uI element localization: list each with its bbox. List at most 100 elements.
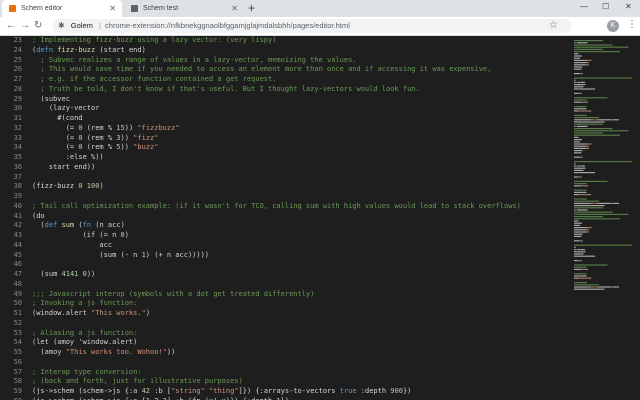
minimize-button[interactable]: —	[580, 2, 588, 11]
code-token: fn	[82, 221, 92, 230]
minimap-line	[590, 194, 591, 196]
minimap-line	[574, 286, 587, 288]
code-token: ))	[166, 348, 176, 356]
line-number: 50	[13, 299, 22, 308]
line-number: 36	[13, 162, 22, 171]
minimap-line	[577, 260, 580, 262]
code-line: ; Tail call optimization example: (if it…	[32, 202, 521, 212]
minimap-line	[574, 97, 608, 99]
minimap-line	[574, 125, 575, 127]
minimap-line	[580, 92, 581, 94]
code-line: :else %))	[32, 153, 521, 163]
line-number: 59	[13, 387, 22, 395]
forward-arrow-icon[interactable]: →	[20, 20, 30, 32]
minimap-line	[618, 119, 619, 121]
bookmark-star-icon[interactable]: ☆	[549, 20, 558, 32]
close-window-button[interactable]: ✕	[625, 2, 632, 11]
code-editor[interactable]: 23 24 25 26 27 28 29 30 31 32 33 34 35 36 37 38 39 40 41 42…	[0, 36, 568, 400]
line-number: 30	[13, 104, 22, 113]
code-token: )	[145, 309, 151, 317]
minimap-line	[584, 147, 585, 149]
maximize-button[interactable]: ☐	[602, 2, 609, 11]
new-tab-button[interactable]: +	[248, 1, 255, 15]
code-token: "This works too. Wohoo!"	[65, 348, 167, 356]
minimap-line	[584, 167, 585, 169]
minimap-line	[580, 240, 582, 242]
code-token: sum	[61, 221, 75, 230]
code-line: acc	[32, 241, 521, 251]
minimap-line	[584, 147, 586, 149]
minimap[interactable]	[570, 36, 640, 400]
minimap-line	[574, 114, 587, 116]
minimap-line	[612, 119, 617, 121]
code-token: ; Implementing fizz-buzz using a lazy ve…	[32, 36, 277, 44]
minimap-line	[579, 240, 580, 242]
tab-schem-editor[interactable]: Schem editor ✕	[2, 0, 122, 17]
omnibox[interactable]: ✱ Golem | chrome-extension://nfkbnekggna…	[52, 19, 572, 33]
browser-menu-icon[interactable]: ⋮	[627, 19, 637, 31]
minimap-line	[574, 268, 581, 270]
minimap-line	[581, 165, 585, 167]
minimap-line	[580, 143, 584, 145]
code-token: ; Interop type conversion:	[32, 367, 142, 376]
line-number: 43	[13, 231, 22, 239]
minimap-line	[580, 59, 584, 61]
minimap-line	[574, 213, 629, 215]
minimap-line	[579, 165, 580, 167]
minimap-line	[579, 64, 580, 66]
code-area[interactable]: ; Implementing fizz-buzz using a lazy ve…	[32, 36, 521, 400]
line-number: 26	[13, 65, 22, 74]
profile-avatar[interactable]: K	[607, 20, 619, 32]
code-token: )	[99, 182, 104, 191]
code-token: ; This would save time if you needed to …	[32, 65, 492, 74]
minimap-line	[580, 64, 584, 66]
minimap-line	[574, 88, 587, 90]
line-number: 31	[13, 114, 22, 122]
minimap-line	[574, 121, 605, 123]
minimap-line	[574, 128, 613, 130]
code-token: "This works."	[91, 309, 146, 317]
tab-schem-test[interactable]: Schem test ✕	[124, 0, 244, 17]
minimap-line	[574, 275, 587, 277]
minimap-line	[574, 62, 580, 64]
minimap-line	[616, 119, 618, 121]
code-token: (n acc)	[91, 221, 125, 230]
minimap-line	[574, 147, 580, 149]
minimap-line	[578, 110, 590, 112]
minimap-line	[582, 240, 583, 242]
minimap-line	[574, 145, 580, 147]
minimap-line	[587, 101, 588, 103]
close-tab-icon[interactable]: ✕	[109, 4, 116, 13]
minimap-line	[584, 227, 585, 229]
minimap-line	[577, 209, 582, 211]
minimap-line	[574, 108, 587, 110]
extension-name: Golem	[70, 21, 93, 30]
code-line: (do	[32, 212, 521, 222]
code-token: 900	[390, 387, 403, 395]
minimap-line	[584, 145, 586, 147]
code-token: (window.alert	[32, 309, 92, 317]
back-arrow-icon[interactable]: ←	[6, 20, 16, 32]
line-number: 27	[13, 75, 22, 83]
minimap-line	[587, 255, 588, 257]
minimap-line	[574, 202, 587, 204]
code-token: (lazy-vector	[32, 104, 100, 113]
code-token: ; Subvec realizes a range of values in a…	[32, 55, 357, 64]
code-token: })	[402, 387, 412, 395]
minimap-line	[574, 227, 580, 229]
code-token: (=	[32, 143, 79, 152]
minimap-line	[580, 73, 582, 75]
minimap-line	[574, 194, 578, 196]
minimap-line	[574, 251, 585, 253]
close-tab-icon[interactable]: ✕	[231, 4, 238, 13]
minimap-line	[577, 92, 580, 94]
code-token: true	[339, 387, 357, 395]
minimap-line	[579, 231, 580, 233]
minimap-line	[581, 185, 588, 187]
reload-icon[interactable]: ↻	[34, 20, 42, 32]
minimap-line	[612, 286, 617, 288]
minimap-line	[574, 68, 582, 70]
minimap-line	[574, 233, 583, 235]
line-number: 46	[13, 260, 22, 269]
